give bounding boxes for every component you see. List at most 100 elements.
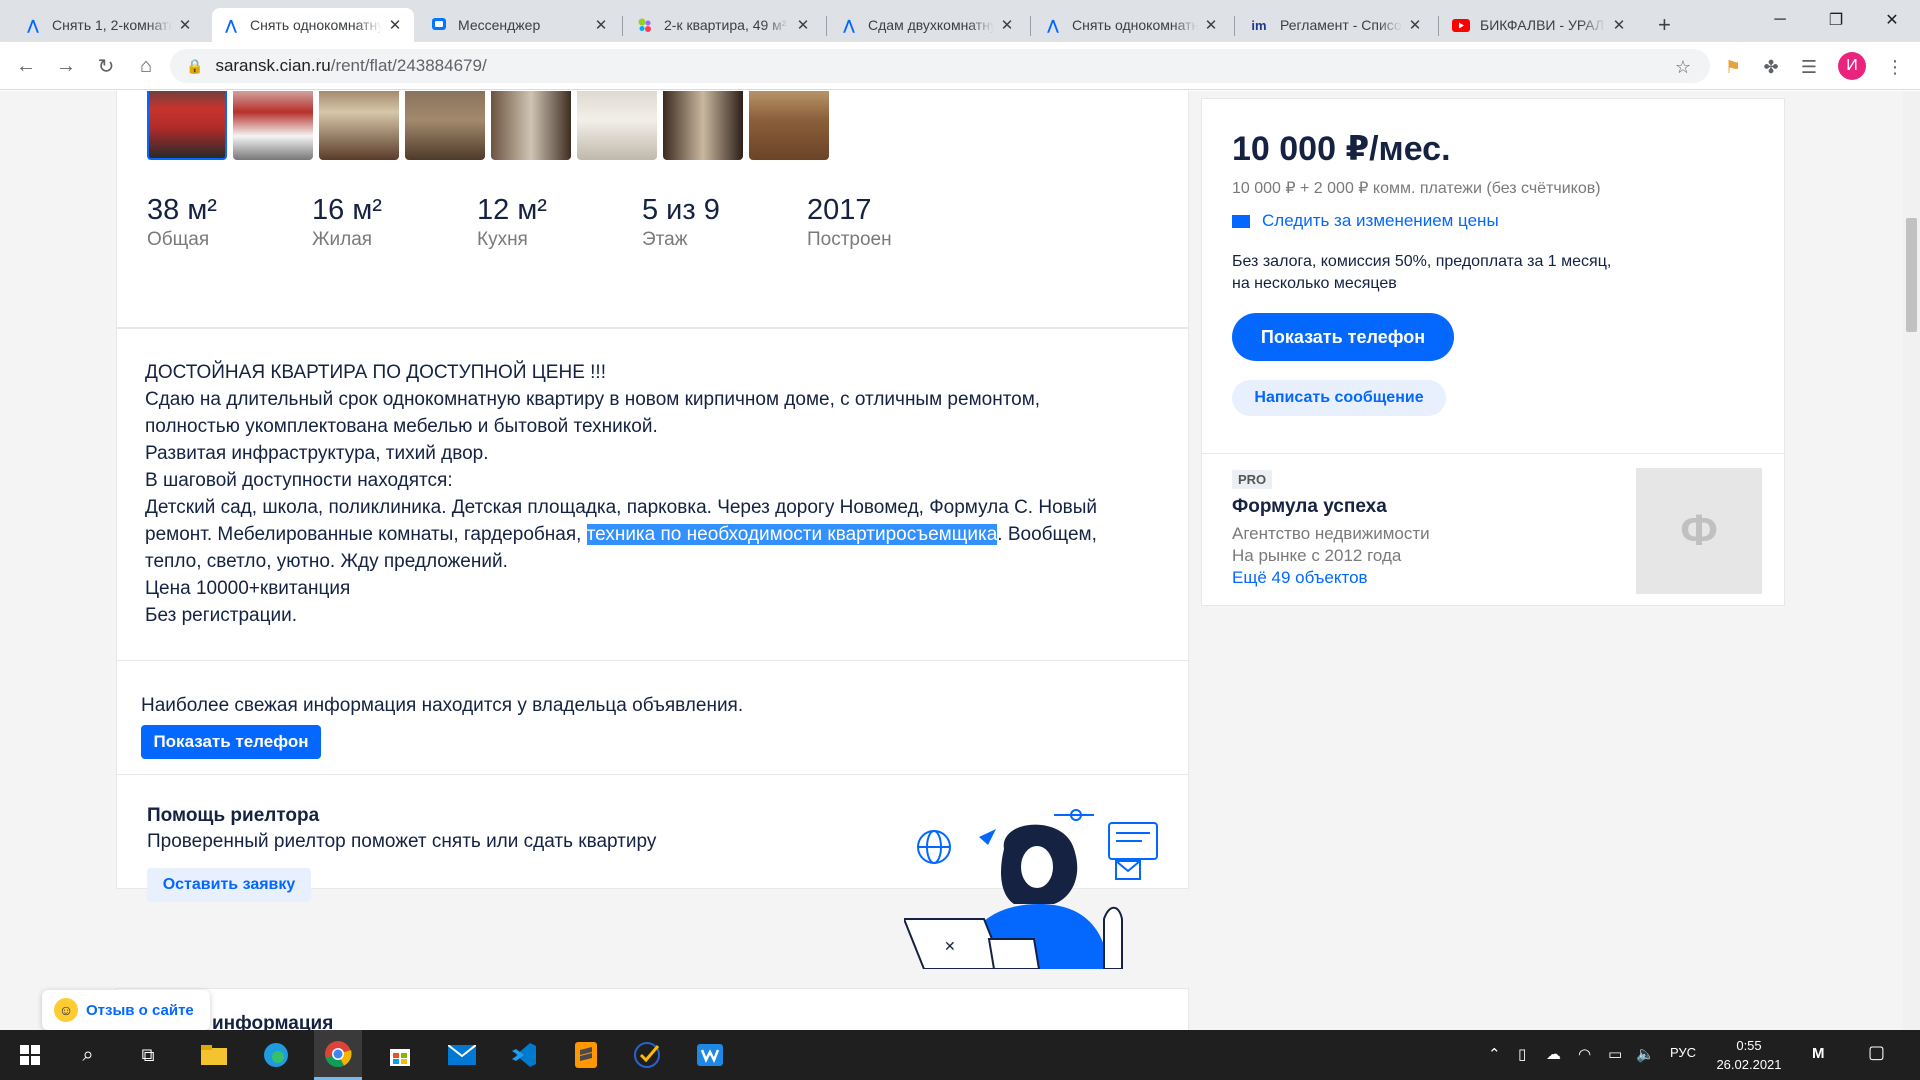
stat-label: Жилая — [312, 229, 373, 250]
close-tab-icon[interactable]: ✕ — [794, 16, 812, 34]
forward-icon[interactable]: → — [50, 50, 82, 82]
browser-toolbar: ← → ↻ ⌂ 🔒 saransk.cian.ru/rent/flat/2438… — [0, 42, 1920, 90]
tab-separator — [1438, 16, 1439, 36]
stat-kitchen-area: 12 м² Кухня — [477, 194, 547, 251]
stat-floor: 5 из 9 Этаж — [642, 194, 720, 251]
cian-icon: ⋀ — [1047, 16, 1059, 33]
cian-icon: ⋀ — [225, 16, 237, 33]
close-tab-icon[interactable]: ✕ — [1406, 16, 1424, 34]
close-window-icon[interactable]: ✕ — [1864, 0, 1920, 40]
task-view-icon[interactable]: ⧉ — [124, 1030, 172, 1080]
mail-app-icon[interactable] — [438, 1030, 486, 1080]
agency-more-objects-link[interactable]: Ещё 49 объектов — [1232, 568, 1368, 588]
agency-name[interactable]: Формула успеха — [1232, 496, 1387, 518]
stat-year-built: 2017 Построен — [807, 194, 892, 251]
language-indicator[interactable]: РУС — [1670, 1045, 1696, 1060]
im-tray-icon[interactable]: M — [1812, 1045, 1825, 1062]
photo-thumbnail[interactable] — [147, 91, 227, 160]
cian-icon: ⋀ — [27, 16, 39, 33]
owner-info-card: Наиболее свежая информация находится у в… — [116, 660, 1189, 775]
reload-icon[interactable]: ↻ — [90, 50, 122, 82]
browser-tab-active[interactable]: ⋀ Снять однокомнатную ✕ — [212, 8, 414, 42]
address-bar[interactable]: 🔒 saransk.cian.ru/rent/flat/243884679/ — [170, 49, 1710, 83]
close-tab-icon[interactable]: ✕ — [998, 16, 1016, 34]
extensions-puzzle-icon[interactable]: ✤ — [1758, 54, 1784, 80]
home-icon[interactable]: ⌂ — [130, 50, 162, 82]
cian-icon: ⋀ — [843, 16, 855, 33]
notifications-icon[interactable]: ▢ — [1868, 1042, 1885, 1063]
leave-request-button[interactable]: Оставить заявку — [147, 868, 311, 902]
selected-text: техника по необходимости квартиросъемщик… — [586, 524, 998, 545]
store-icon[interactable] — [376, 1030, 424, 1080]
agency-logo[interactable]: Ф — [1636, 468, 1762, 594]
windows-taskbar: ⌕ ⧉ ⌃ ▯ ☁ ◠ ▭ 🔈 РУС 0:55 26.02.2021 M ▢ — [0, 1030, 1920, 1080]
page-content: 38 м² Общая 16 м² Жилая 12 м² Кухня 5 из… — [0, 91, 1903, 1030]
show-phone-button-sidebar[interactable]: Показать телефон — [1232, 313, 1454, 361]
photo-thumbnail[interactable] — [663, 91, 743, 160]
listing-description: ДОСТОЙНАЯ КВАРТИРА ПО ДОСТУПНОЙ ЦЕНЕ !!!… — [145, 362, 1098, 626]
sublime-text-icon[interactable] — [562, 1030, 610, 1080]
write-message-button[interactable]: Написать сообщение — [1232, 380, 1446, 416]
browser-tab[interactable]: im Регламент - Список ✕ — [1238, 8, 1434, 42]
browser-tab[interactable]: ⋀ Снять однокомнатную ✕ — [1034, 8, 1230, 42]
smile-icon: ☺ — [54, 998, 78, 1022]
reading-list-icon[interactable]: ☰ — [1796, 54, 1822, 80]
price: 10 000 ₽/мес. — [1232, 130, 1451, 168]
menu-kebab-icon[interactable]: ⋮ — [1882, 54, 1908, 80]
minimize-icon[interactable]: ─ — [1752, 0, 1808, 40]
profile-avatar[interactable]: И — [1838, 52, 1866, 80]
battery-icon[interactable]: ▭ — [1608, 1045, 1622, 1063]
maximize-icon[interactable]: ❐ — [1808, 0, 1864, 40]
vscode-icon[interactable] — [500, 1030, 548, 1080]
search-icon[interactable]: ⌕ — [64, 1030, 112, 1080]
show-phone-button[interactable]: Показать телефон — [141, 725, 321, 759]
photo-thumbnail[interactable] — [405, 91, 485, 160]
back-icon[interactable]: ← — [10, 50, 42, 82]
rental-terms: Без залога, комиссия 50%, предоплата за … — [1232, 253, 1612, 292]
edge-icon[interactable] — [252, 1030, 300, 1080]
im-icon: im — [1251, 17, 1267, 33]
browser-tab[interactable]: Мессенджер ✕ — [420, 8, 620, 42]
follow-price-link[interactable]: Следить за изменением цены — [1232, 211, 1499, 231]
wifi-icon[interactable]: ◠ — [1578, 1045, 1591, 1063]
close-tab-icon[interactable]: ✕ — [592, 16, 610, 34]
stat-value: 12 м² — [477, 194, 547, 226]
scrollbar-thumb[interactable] — [1906, 218, 1917, 332]
tab-separator — [622, 16, 623, 36]
photo-thumbnail[interactable] — [491, 91, 571, 160]
todo-icon[interactable] — [624, 1030, 672, 1080]
volume-icon[interactable]: 🔈 — [1636, 1045, 1655, 1063]
close-tab-icon[interactable]: ✕ — [176, 16, 194, 34]
photo-thumbnail[interactable] — [749, 91, 829, 160]
stat-label: Кухня — [477, 229, 528, 250]
browser-tab[interactable]: ⋀ Снять 1, 2-комнатную ✕ — [14, 8, 204, 42]
clock[interactable]: 0:55 26.02.2021 — [1714, 1036, 1784, 1074]
show-hidden-icons-icon[interactable]: ⌃ — [1488, 1045, 1501, 1063]
photo-thumbnail[interactable] — [319, 91, 399, 160]
section-title-partial: информация — [212, 1013, 334, 1030]
photo-thumbnail[interactable] — [233, 91, 313, 160]
windows-start-icon[interactable] — [6, 1030, 54, 1080]
url-host: saransk.cian.ru — [215, 56, 331, 75]
stat-label: Этаж — [642, 229, 688, 250]
wps-icon[interactable] — [686, 1030, 734, 1080]
device-icon[interactable]: ▯ — [1518, 1045, 1526, 1063]
extension-icon[interactable]: ⚑ — [1720, 54, 1746, 80]
close-tab-icon[interactable]: ✕ — [386, 16, 404, 34]
browser-tab[interactable]: ⋀ Сдам двухкомнатную ✕ — [830, 8, 1026, 42]
cloud-sync-icon[interactable]: ☁ — [1546, 1045, 1561, 1063]
new-tab-button[interactable]: + — [1652, 8, 1686, 42]
price-detail: 10 000 ₽ + 2 000 ₽ комм. платежи (без сч… — [1232, 180, 1601, 197]
browser-tab[interactable]: 2-к квартира, 49 м² ✕ — [626, 8, 822, 42]
tab-separator — [1030, 16, 1031, 36]
close-tab-icon[interactable]: ✕ — [1202, 16, 1220, 34]
listing-summary-card: 38 м² Общая 16 м² Жилая 12 м² Кухня 5 из… — [116, 91, 1189, 328]
chrome-icon[interactable] — [314, 1030, 362, 1080]
feedback-button[interactable]: ☺ Отзыв о сайте — [42, 990, 210, 1030]
bookmark-star-icon[interactable]: ☆ — [1670, 54, 1696, 80]
file-explorer-icon[interactable] — [190, 1030, 238, 1080]
agency-card: PRO Формула успеха Агентство недвижимост… — [1201, 453, 1785, 606]
close-tab-icon[interactable]: ✕ — [1610, 16, 1628, 34]
photo-thumbnail[interactable] — [577, 91, 657, 160]
browser-tab[interactable]: БИКФАЛВИ - УРАЛ ✕ — [1442, 8, 1638, 42]
